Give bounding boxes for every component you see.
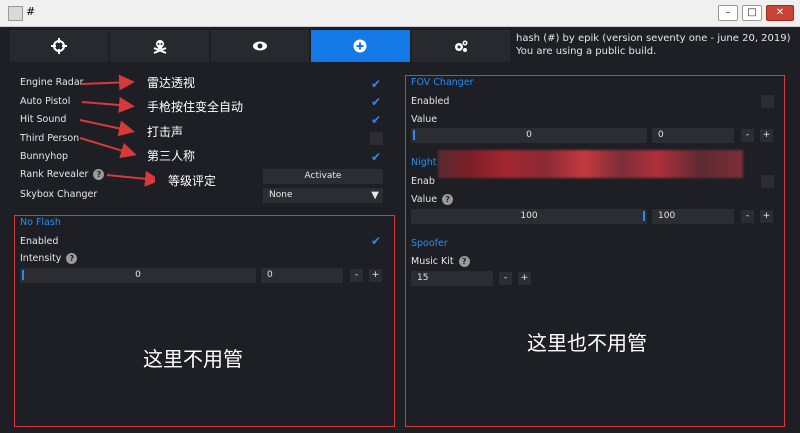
chevron-down-icon: ▼ [371, 190, 379, 201]
tab-settings[interactable] [411, 30, 511, 62]
third-person-label: Third Person [20, 133, 80, 144]
hit-sound-label: Hit Sound [20, 114, 67, 125]
bunnyhop-label: Bunnyhop [20, 151, 69, 162]
annotation-hit-sound: 打击声 [147, 125, 184, 139]
eye-icon [253, 41, 268, 51]
annotation-box-right [405, 75, 785, 427]
tab-misc[interactable] [311, 30, 410, 62]
auto-pistol-label: Auto Pistol [20, 96, 71, 107]
annotation-box-left [14, 215, 395, 427]
tab-aim[interactable] [10, 30, 109, 62]
tab-visuals[interactable] [210, 30, 310, 62]
plus-circle-icon [353, 39, 367, 53]
auto-pistol-checkbox[interactable]: ✔ [369, 95, 383, 109]
build-info-line2: You are using a public build. [516, 46, 657, 57]
app-icon [8, 6, 23, 21]
engine-radar-checkbox[interactable]: ✔ [369, 77, 383, 91]
window-title: # [26, 5, 36, 18]
gears-icon [454, 40, 468, 52]
annotation-third-person: 第三人称 [147, 149, 196, 163]
annotation-auto-pistol: 手枪按住变全自动 [147, 100, 244, 114]
minimize-button[interactable]: – [718, 5, 738, 21]
hit-sound-checkbox[interactable]: ✔ [369, 113, 383, 127]
bunnyhop-checkbox[interactable]: ✔ [369, 150, 383, 164]
window-titlebar: # – □ ✕ [0, 0, 800, 27]
rank-activate-button[interactable]: Activate [263, 169, 383, 184]
maximize-button[interactable]: □ [742, 5, 762, 21]
crosshair-icon [51, 38, 68, 54]
annotation-left-note: 这里不用管 [143, 347, 243, 371]
skybox-select[interactable]: None ▼ [263, 188, 383, 203]
build-info-line1: hash (#) by epik (version seventy one - … [516, 33, 791, 44]
annotation-arrows [79, 74, 155, 187]
third-person-checkbox[interactable] [370, 132, 383, 145]
annotation-rank: 等级评定 [168, 174, 217, 188]
tab-bar [10, 30, 511, 62]
skybox-select-value: None [269, 190, 293, 200]
build-info: hash (#) by epik (version seventy one - … [516, 32, 791, 58]
skull-crossbones-icon [153, 40, 166, 54]
annotation-radar: 雷达透视 [147, 76, 196, 90]
annotation-right-note: 这里也不用管 [527, 331, 647, 355]
close-button[interactable]: ✕ [766, 5, 794, 21]
tab-skull[interactable] [110, 30, 209, 62]
